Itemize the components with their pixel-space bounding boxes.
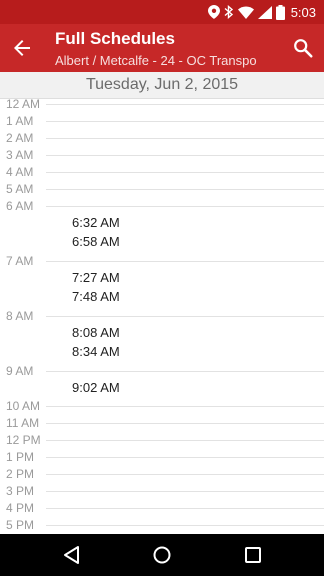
nav-bar [0, 534, 324, 576]
battery-icon [275, 4, 285, 20]
hour-label: 12 PM [6, 433, 41, 447]
hour-divider [46, 155, 324, 156]
schedule-day-view[interactable]: 12 AM 1 AM 2 AM 3 AM 4 AM 5 AM 6 AM 7 AM 8 AM 9 A… [0, 98, 324, 534]
date-header: Tuesday, Jun 2, 2015 [0, 72, 324, 99]
hour-divider [46, 172, 324, 173]
hour-row: 12 AM [0, 98, 324, 115]
signal-icon [257, 5, 272, 19]
wifi-icon [237, 6, 254, 19]
search-icon[interactable] [292, 37, 314, 59]
hour-divider [46, 138, 324, 139]
hour-row: 1 PM [0, 451, 324, 468]
hour-divider [46, 316, 324, 317]
hour-label: 4 AM [6, 165, 34, 179]
hour-label: 1 PM [6, 450, 35, 464]
page-subtitle: Albert / Metcalfe - 24 - OC Transpo [55, 53, 257, 68]
hour-label: 4 PM [6, 501, 35, 515]
trip-time[interactable]: 8:08 AM [72, 325, 120, 341]
trip-time[interactable]: 7:27 AM [72, 270, 120, 286]
hour-label: 11 AM [6, 416, 40, 430]
hour-label: 3 PM [6, 484, 35, 498]
hour-label: 6 AM [6, 199, 34, 213]
back-triangle-icon[interactable] [62, 545, 82, 565]
hour-label: 8 AM [6, 309, 34, 323]
trip-time[interactable]: 6:58 AM [72, 234, 120, 250]
hour-row: 4 AM [0, 166, 324, 183]
hour-label: 5 PM [6, 518, 35, 532]
hour-row: 8 AM [0, 310, 324, 327]
hour-row: 2 PM [0, 468, 324, 485]
hour-label: 3 AM [6, 148, 34, 162]
recents-square-icon[interactable] [243, 545, 263, 565]
status-bar: 5:03 [0, 0, 324, 24]
trip-time[interactable]: 6:32 AM [72, 215, 120, 231]
arrow-back-icon[interactable] [10, 36, 34, 60]
hour-label: 12 AM [6, 98, 41, 111]
hour-divider [46, 457, 324, 458]
hour-row: 5 PM [0, 519, 324, 534]
hour-row: 9 AM [0, 365, 324, 382]
hour-row: 4 PM [0, 502, 324, 519]
hour-divider [46, 525, 324, 526]
hour-divider [46, 261, 324, 262]
app-bar: Full Schedules Albert / Metcalfe - 24 - … [0, 24, 324, 72]
hour-label: 7 AM [6, 254, 34, 268]
hour-row: 5 AM [0, 183, 324, 200]
hour-label: 2 AM [6, 131, 34, 145]
hour-divider [46, 491, 324, 492]
hour-row: 12 PM [0, 434, 324, 451]
hour-row: 2 AM [0, 132, 324, 149]
hour-row: 3 PM [0, 485, 324, 502]
hour-divider [46, 104, 324, 105]
hour-divider [46, 508, 324, 509]
hour-divider [46, 189, 324, 190]
trip-time[interactable]: 8:34 AM [72, 344, 120, 360]
hour-divider [46, 121, 324, 122]
hour-divider [46, 440, 324, 441]
hour-row: 7 AM [0, 255, 324, 272]
hour-row: 1 AM [0, 115, 324, 132]
hour-label: 5 AM [6, 182, 34, 196]
hour-row: 11 AM [0, 417, 324, 434]
hour-divider [46, 474, 324, 475]
trip-time[interactable]: 7:48 AM [72, 289, 120, 305]
hour-row: 3 AM [0, 149, 324, 166]
hour-row: 6 AM [0, 200, 324, 217]
location-icon [207, 5, 220, 19]
hour-label: 1 AM [6, 114, 34, 128]
status-icons: 5:03 [207, 0, 316, 24]
page-title: Full Schedules [55, 29, 175, 48]
hour-label: 10 AM [6, 399, 41, 413]
hour-divider [46, 423, 324, 424]
hour-row: 10 AM [0, 400, 324, 417]
home-circle-icon[interactable] [152, 545, 172, 565]
hour-label: 2 PM [6, 467, 35, 481]
bluetooth-icon [224, 5, 233, 19]
hour-divider [46, 206, 324, 207]
hour-divider [46, 371, 324, 372]
hour-divider [46, 406, 324, 407]
trip-time[interactable]: 9:02 AM [72, 380, 120, 396]
status-time: 5:03 [290, 4, 316, 20]
hour-label: 9 AM [6, 364, 34, 378]
